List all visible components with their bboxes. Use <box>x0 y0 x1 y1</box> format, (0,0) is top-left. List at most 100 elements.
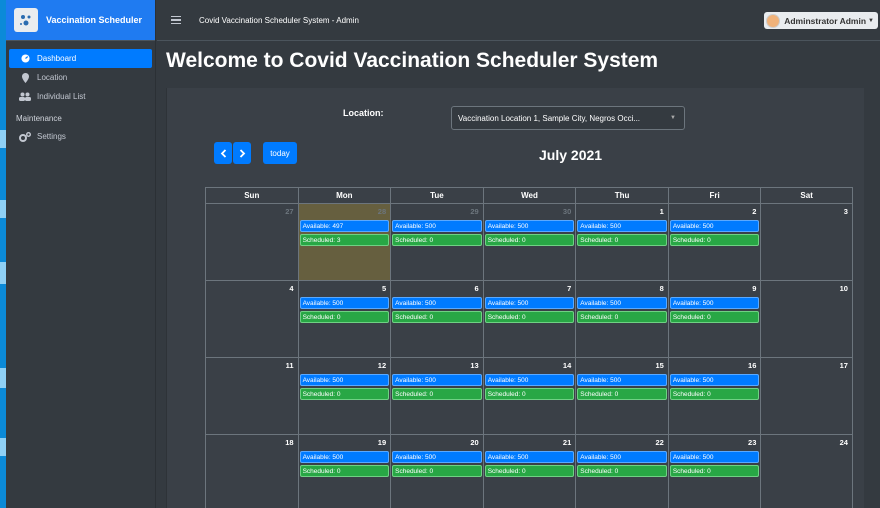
available-event[interactable]: Available: 500 <box>299 374 390 386</box>
dashboard-icon <box>19 54 31 64</box>
calendar-day-cell[interactable]: 20 Available: 500 Scheduled: 0 <box>390 435 483 508</box>
scheduled-event[interactable]: Scheduled: 0 <box>392 311 482 323</box>
sidebar-item-location[interactable]: Location <box>9 68 152 87</box>
prev-month-button[interactable] <box>214 142 232 164</box>
available-event[interactable]: Available: 500 <box>392 297 482 309</box>
brand-logo-icon <box>14 8 38 32</box>
day-number: 1 <box>659 207 664 216</box>
available-event[interactable]: Available: 500 <box>484 374 575 386</box>
day-number: 14 <box>562 361 572 370</box>
topbar: Covid Vaccination Scheduler System - Adm… <box>157 0 880 41</box>
calendar-day-cell[interactable]: 11 <box>205 358 298 435</box>
available-event[interactable]: Available: 500 <box>669 220 760 232</box>
location-select[interactable]: Vaccination Location 1, Sample City, Neg… <box>451 106 685 130</box>
calendar-day-cell[interactable]: 9 Available: 500 Scheduled: 0 <box>667 281 761 358</box>
day-number: 29 <box>470 207 479 216</box>
scheduled-event[interactable]: Scheduled: 0 <box>669 311 760 323</box>
user-menu[interactable]: Adminstrator Admin ▼ <box>764 12 878 29</box>
sidebar-nav: Dashboard Location Individual List Maint… <box>6 41 155 146</box>
day-number: 30 <box>562 207 572 216</box>
calendar-day-cell[interactable]: 23 Available: 500 Scheduled: 0 <box>667 435 761 508</box>
scheduled-event[interactable]: Scheduled: 0 <box>669 465 760 477</box>
available-event[interactable]: Available: 500 <box>484 297 575 309</box>
scheduled-event[interactable]: Scheduled: 0 <box>484 234 575 246</box>
calendar-day-cell[interactable]: 10 <box>760 281 853 358</box>
available-event[interactable]: Available: 500 <box>577 220 667 232</box>
brand[interactable]: Vaccination Scheduler <box>6 0 155 41</box>
calendar-day-cell[interactable]: 3 <box>760 204 853 281</box>
calendar-day-cell[interactable]: 24 <box>760 435 853 508</box>
calendar-day-cell[interactable]: 1 Available: 500 Scheduled: 0 <box>575 204 668 281</box>
available-event[interactable]: Available: 497 <box>299 220 390 232</box>
calendar-day-cell[interactable]: 12 Available: 500 Scheduled: 0 <box>297 358 391 435</box>
available-event[interactable]: Available: 500 <box>392 451 482 463</box>
scheduled-event[interactable]: Scheduled: 0 <box>484 311 575 323</box>
calendar-day-cell[interactable]: 21 Available: 500 Scheduled: 0 <box>482 435 576 508</box>
day-number: 28 <box>377 207 387 216</box>
calendar-day-cell[interactable]: 27 <box>205 204 298 281</box>
weekday-header: Sat <box>760 187 853 204</box>
available-event[interactable]: Available: 500 <box>577 297 667 309</box>
sidebar-item-dashboard[interactable]: Dashboard <box>9 49 152 68</box>
calendar-day-cell[interactable]: 17 <box>760 358 853 435</box>
available-event[interactable]: Available: 500 <box>299 297 390 309</box>
calendar-day-cell[interactable]: 14 Available: 500 Scheduled: 0 <box>482 358 576 435</box>
available-event[interactable]: Available: 500 <box>392 374 482 386</box>
scheduled-event[interactable]: Scheduled: 0 <box>392 465 482 477</box>
calendar-day-cell[interactable]: 19 Available: 500 Scheduled: 0 <box>297 435 391 508</box>
next-month-button[interactable] <box>233 142 251 164</box>
scheduled-event[interactable]: Scheduled: 0 <box>299 465 390 477</box>
available-event[interactable]: Available: 500 <box>484 220 575 232</box>
calendar-day-cell[interactable]: 6 Available: 500 Scheduled: 0 <box>390 281 483 358</box>
calendar-day-cell[interactable]: 4 <box>205 281 298 358</box>
sidebar-item-individual-list[interactable]: Individual List <box>9 87 152 106</box>
scheduled-event[interactable]: Scheduled: 3 <box>299 234 390 246</box>
calendar-day-cell[interactable]: 29 Available: 500 Scheduled: 0 <box>390 204 483 281</box>
scheduled-event[interactable]: Scheduled: 0 <box>392 388 482 400</box>
calendar-day-cell[interactable]: 28 Available: 497 Scheduled: 3 <box>297 204 391 281</box>
calendar-day-cell[interactable]: 30 Available: 500 Scheduled: 0 <box>482 204 576 281</box>
calendar-day-cell[interactable]: 18 <box>205 435 298 508</box>
calendar-day-cell[interactable]: 5 Available: 500 Scheduled: 0 <box>297 281 391 358</box>
calendar-day-cell[interactable]: 2 Available: 500 Scheduled: 0 <box>667 204 761 281</box>
scheduled-event[interactable]: Scheduled: 0 <box>577 388 667 400</box>
calendar-day-cell[interactable]: 22 Available: 500 Scheduled: 0 <box>575 435 668 508</box>
scheduled-event[interactable]: Scheduled: 0 <box>484 388 575 400</box>
available-event[interactable]: Available: 500 <box>577 374 667 386</box>
hamburger-menu-icon[interactable] <box>171 15 181 25</box>
sidebar-item-settings[interactable]: Settings <box>9 127 152 146</box>
scheduled-event[interactable]: Scheduled: 0 <box>484 465 575 477</box>
scheduled-event[interactable]: Scheduled: 0 <box>669 234 760 246</box>
calendar-day-cell[interactable]: 15 Available: 500 Scheduled: 0 <box>575 358 668 435</box>
sidebar-item-label: Dashboard <box>37 54 77 63</box>
available-event[interactable]: Available: 500 <box>484 451 575 463</box>
calendar-week-row: 18 19 Available: 500 Scheduled: 0 20 Availabl… <box>205 435 853 508</box>
day-number: 16 <box>748 361 757 370</box>
calendar-day-cell[interactable]: 8 Available: 500 Scheduled: 0 <box>575 281 668 358</box>
scheduled-event[interactable]: Scheduled: 0 <box>392 234 482 246</box>
calendar-day-cell[interactable]: 13 Available: 500 Scheduled: 0 <box>390 358 483 435</box>
available-event[interactable]: Available: 500 <box>299 451 390 463</box>
scheduled-event[interactable]: Scheduled: 0 <box>577 234 667 246</box>
available-event[interactable]: Available: 500 <box>669 451 760 463</box>
calendar-week-row: 4 5 Available: 500 Scheduled: 0 6 Available: … <box>205 281 853 358</box>
available-event[interactable]: Available: 500 <box>669 297 760 309</box>
scheduled-event[interactable]: Scheduled: 0 <box>577 311 667 323</box>
page-title: Welcome to Covid Vaccination Scheduler S… <box>166 49 659 72</box>
day-number: 3 <box>843 207 848 216</box>
available-event[interactable]: Available: 500 <box>392 220 482 232</box>
available-event[interactable]: Available: 500 <box>577 451 667 463</box>
scheduled-event[interactable]: Scheduled: 0 <box>299 388 390 400</box>
day-number: 17 <box>839 361 848 370</box>
caret-down-icon: ▼ <box>868 17 874 24</box>
today-button[interactable]: today <box>263 142 297 164</box>
scheduled-event[interactable]: Scheduled: 0 <box>299 311 390 323</box>
brand-name: Vaccination Scheduler <box>46 15 143 25</box>
scheduled-event[interactable]: Scheduled: 0 <box>669 388 760 400</box>
sidebar-item-label: Location <box>37 73 68 82</box>
calendar-day-cell[interactable]: 16 Available: 500 Scheduled: 0 <box>667 358 761 435</box>
scheduled-event[interactable]: Scheduled: 0 <box>577 465 667 477</box>
available-event[interactable]: Available: 500 <box>669 374 760 386</box>
calendar-day-cell[interactable]: 7 Available: 500 Scheduled: 0 <box>482 281 576 358</box>
weekday-header: Mon <box>297 187 391 204</box>
